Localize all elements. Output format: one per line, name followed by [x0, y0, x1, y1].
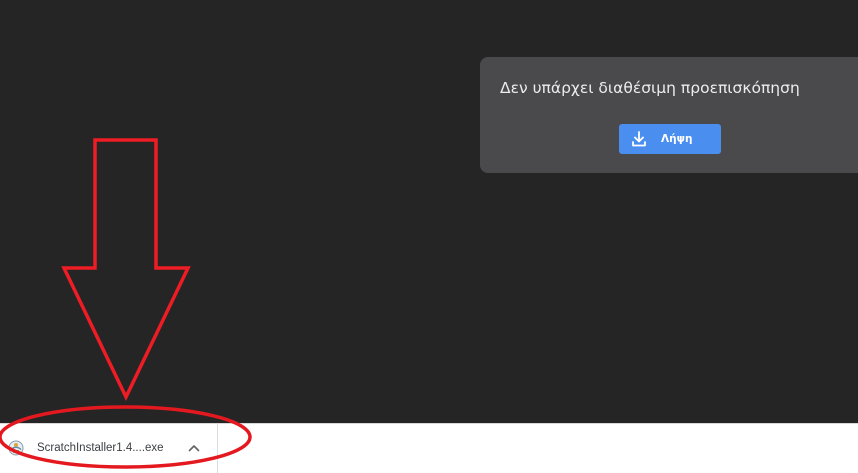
file-viewer: Δεν υπάρχει διαθέσιμη προεπισκόπηση Λήψη	[0, 0, 858, 423]
no-preview-message: Δεν υπάρχει διαθέσιμη προεπισκόπηση	[500, 79, 800, 97]
download-icon	[632, 131, 646, 147]
download-file-name: ScratchInstaller1.4....exe	[37, 442, 164, 454]
download-button[interactable]: Λήψη	[619, 124, 721, 154]
download-item[interactable]: ScratchInstaller1.4....exe	[0, 424, 218, 473]
download-button-label: Λήψη	[661, 133, 693, 145]
download-shelf: ScratchInstaller1.4....exe	[0, 423, 858, 473]
chevron-up-icon[interactable]	[186, 441, 202, 455]
installer-file-icon	[8, 440, 24, 456]
no-preview-card: Δεν υπάρχει διαθέσιμη προεπισκόπηση Λήψη	[480, 57, 858, 173]
